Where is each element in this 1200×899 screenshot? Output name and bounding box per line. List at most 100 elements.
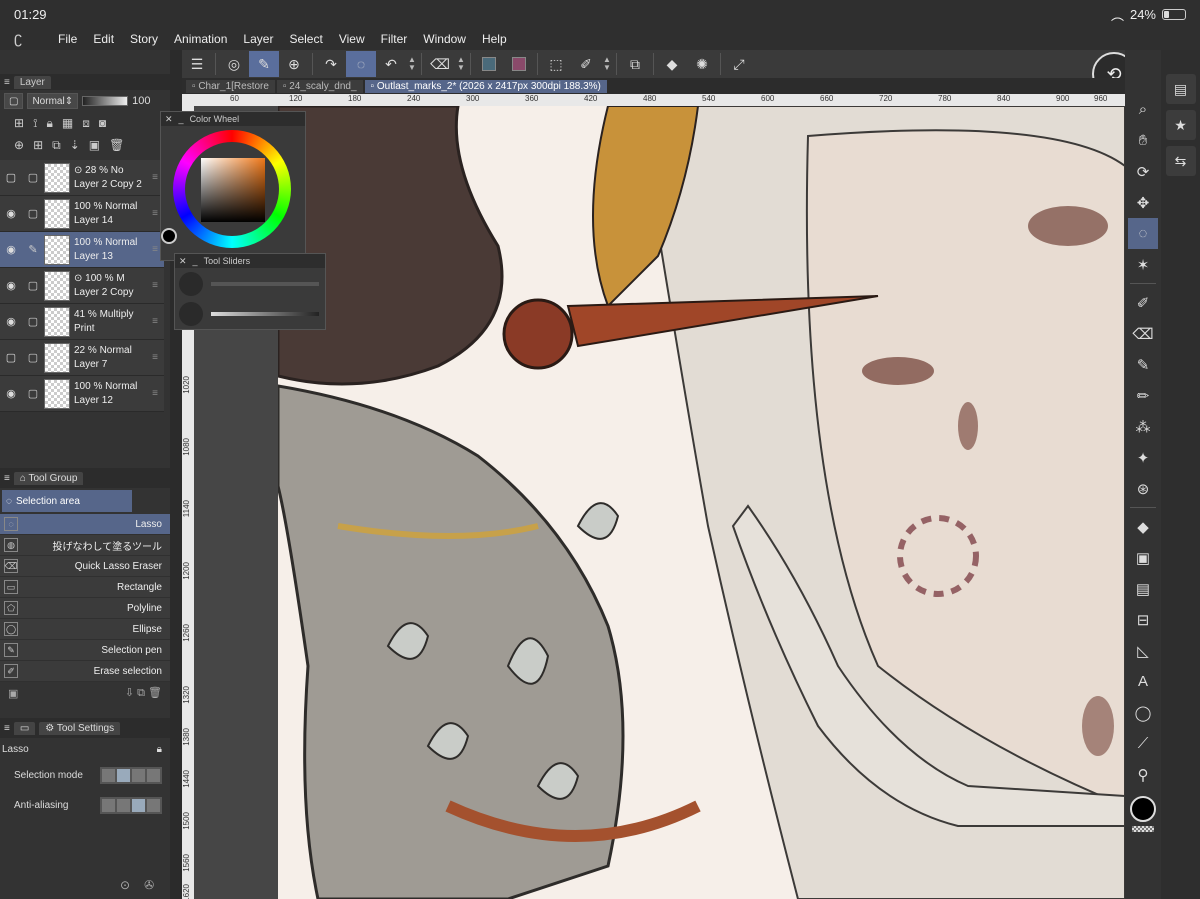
- eye-icon[interactable]: ◉: [0, 315, 22, 328]
- reset-icon[interactable]: ⊙: [120, 878, 130, 892]
- sub-tool-polyline[interactable]: ⬠ Polyline: [0, 598, 170, 619]
- edit-target-toggle[interactable]: ▢: [22, 171, 44, 184]
- close-icon[interactable]: ✕: [165, 114, 173, 125]
- grip-icon[interactable]: ≡: [4, 723, 10, 734]
- sub-tool-lasso-fill[interactable]: ◍ 投げなわして塗るツール: [0, 535, 170, 556]
- edit-target-toggle[interactable]: ▢: [22, 387, 44, 400]
- menu-window[interactable]: Window: [415, 32, 474, 46]
- sub-swatch-icon[interactable]: [504, 51, 534, 77]
- lock-icon[interactable]: 🔒︎: [47, 116, 53, 131]
- loading-icon[interactable]: ✺: [687, 51, 717, 77]
- new-vector-layer-icon[interactable]: ⊞: [33, 138, 43, 152]
- clip-icon[interactable]: ⧈: [82, 116, 90, 131]
- duplicate-sub-tool-icon[interactable]: ⧉: [137, 687, 145, 699]
- lasso-icon[interactable]: ◌: [346, 51, 376, 77]
- document-tab[interactable]: ▫ 24_scaly_dnd_: [276, 79, 363, 93]
- edit-target-toggle[interactable]: ▢: [22, 279, 44, 292]
- duplicate-layer-icon[interactable]: ⧉: [52, 138, 61, 153]
- pencil-icon[interactable]: ✏︎: [1128, 380, 1158, 411]
- sub-tool-selection-pen[interactable]: ✎ Selection pen: [0, 640, 170, 661]
- layer-mask-icon[interactable]: ▣: [89, 138, 100, 152]
- sub-tool-ellipse[interactable]: ◯ Ellipse: [0, 619, 170, 640]
- sub-tool-erase-selection[interactable]: ✐ Erase selection: [0, 661, 170, 682]
- layer-drag-handle[interactable]: ≡: [152, 388, 158, 399]
- edit-target-toggle[interactable]: ▢: [22, 207, 44, 220]
- layer-row[interactable]: ◉ ▢ 100 % Normal Layer 14 ≡: [0, 196, 164, 232]
- airbrush-icon[interactable]: ⁂: [1128, 411, 1158, 442]
- redo-icon[interactable]: ↷: [316, 51, 346, 77]
- rotate-icon[interactable]: ⟳: [1128, 156, 1158, 187]
- main-color-swatch[interactable]: [1130, 796, 1156, 822]
- sub-tool-rectangle[interactable]: ▭ Rectangle: [0, 577, 170, 598]
- close-icon[interactable]: ✕: [179, 256, 187, 267]
- menu-help[interactable]: Help: [474, 32, 515, 46]
- layer-tab[interactable]: Layer: [13, 75, 51, 89]
- tool-property-tab[interactable]: ▭: [13, 721, 36, 735]
- hamburger-menu-icon[interactable]: ☰: [182, 51, 212, 77]
- layer-drag-handle[interactable]: ≡: [152, 244, 158, 255]
- layer-row[interactable]: ◉ ▢ 41 % Multiply Print ≡: [0, 304, 164, 340]
- layer-row[interactable]: ▢ ▢ ⊙ 28 % No Layer 2 Copy 2 ≡: [0, 160, 164, 196]
- lock-transparent-icon[interactable]: ▦: [62, 116, 73, 130]
- zoom-icon[interactable]: ⌕: [1128, 94, 1158, 125]
- artwork-canvas[interactable]: [278, 106, 1125, 899]
- menu-select[interactable]: Select: [281, 32, 330, 46]
- brush-icon[interactable]: ✎: [1128, 349, 1158, 380]
- sub-tool-lasso[interactable]: ◌ Lasso: [0, 514, 170, 535]
- eyedropper-icon[interactable]: ⚲: [1128, 759, 1158, 790]
- main-swatch-icon[interactable]: [474, 51, 504, 77]
- eye-icon[interactable]: ◉: [0, 243, 22, 256]
- layer-property-panel-icon[interactable]: ▤: [1165, 74, 1196, 104]
- eye-icon[interactable]: ◉: [0, 279, 22, 292]
- menu-story[interactable]: Story: [122, 32, 166, 46]
- layer-drag-handle[interactable]: ≡: [152, 316, 158, 327]
- app-logo-icon[interactable]: ʗ: [14, 30, 36, 48]
- new-raster-layer-icon[interactable]: ⊕: [14, 138, 24, 152]
- layer-row-selected[interactable]: ◉ ✎ 100 % Normal Layer 13 ≡: [0, 232, 164, 268]
- eraser-stepper-icon[interactable]: ▲ ▼: [455, 56, 467, 72]
- gradient-icon[interactable]: ▣: [1128, 542, 1158, 573]
- mode-add-icon[interactable]: [117, 768, 130, 782]
- document-tab[interactable]: ▫ Char_1[Restore: [186, 79, 275, 93]
- eraser-icon[interactable]: ⌫: [425, 51, 455, 77]
- grip-icon[interactable]: ≡: [4, 77, 10, 88]
- pen-icon[interactable]: ✎: [22, 243, 44, 256]
- fullscreen-icon[interactable]: ⤢: [724, 51, 754, 77]
- menu-filter[interactable]: Filter: [373, 32, 416, 46]
- magic-wand-icon[interactable]: ✶: [1128, 249, 1158, 280]
- menu-layer[interactable]: Layer: [235, 32, 281, 46]
- move-icon[interactable]: ✥: [1128, 187, 1158, 218]
- layer-drag-handle[interactable]: ≡: [152, 280, 158, 291]
- text-icon[interactable]: A: [1128, 666, 1158, 697]
- hand-icon[interactable]: ✋︎: [1128, 125, 1158, 156]
- layer-row[interactable]: ◉ ▢ ⊙ 100 % M Layer 2 Copy ≡: [0, 268, 164, 304]
- layer-property-select[interactable]: ▢: [4, 93, 24, 109]
- eraser-icon[interactable]: ⌫: [1128, 318, 1158, 349]
- minimize-icon[interactable]: _: [193, 256, 198, 266]
- minimize-icon[interactable]: _: [179, 114, 184, 124]
- layer-row[interactable]: ◉ ▢ 100 % Normal Layer 12 ≡: [0, 376, 164, 412]
- clip-studio-icon[interactable]: ◎: [219, 51, 249, 77]
- sub-tool-settings-icon[interactable]: ▣: [8, 687, 18, 700]
- figure-icon[interactable]: ◺: [1128, 635, 1158, 666]
- mask-icon[interactable]: ◙: [99, 116, 106, 130]
- layer-row[interactable]: ▢ ▢ 22 % Normal Layer 7 ≡: [0, 340, 164, 376]
- anti-aliasing-toggle[interactable]: [100, 796, 162, 814]
- lock-icon[interactable]: 🔒︎: [157, 744, 162, 755]
- decoration-icon[interactable]: ✦: [1128, 442, 1158, 473]
- layer-drag-handle[interactable]: ≡: [152, 352, 158, 363]
- menu-view[interactable]: View: [331, 32, 373, 46]
- selection-launcher-icon[interactable]: ⧉: [620, 51, 650, 77]
- layer-drag-handle[interactable]: ≡: [152, 172, 158, 183]
- wrench-icon[interactable]: ✇: [144, 878, 154, 892]
- visibility-toggle[interactable]: ▢: [0, 171, 22, 184]
- grip-icon[interactable]: ≡: [4, 473, 10, 484]
- aa-weak-icon[interactable]: [117, 798, 130, 812]
- menu-file[interactable]: File: [50, 32, 85, 46]
- edit-target-toggle[interactable]: ▢: [22, 351, 44, 364]
- reference-layer-icon[interactable]: ⊞: [14, 116, 24, 130]
- tool-group-tab[interactable]: ⌂ Tool Group: [13, 471, 84, 485]
- history-panel-icon[interactable]: ⇆: [1165, 146, 1196, 176]
- draft-layer-icon[interactable]: ⟟: [33, 116, 37, 131]
- import-sub-tool-icon[interactable]: ⇩: [125, 687, 134, 699]
